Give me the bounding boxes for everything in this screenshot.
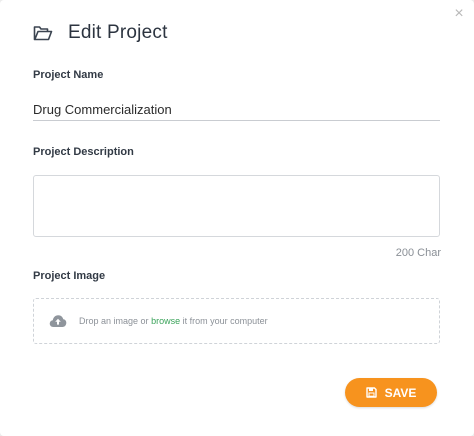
edit-project-dialog: × Edit Project Project Name Project Desc… (0, 0, 474, 436)
project-name-label: Project Name (33, 69, 104, 81)
drop-text-before: Drop an image or (79, 316, 149, 326)
save-button[interactable]: SAVE (345, 378, 437, 407)
folder-open-icon (33, 24, 53, 42)
dialog-header: Edit Project (33, 22, 168, 44)
project-description-label: Project Description (33, 146, 134, 158)
drop-text-after: it from your computer (182, 316, 268, 326)
description-char-counter: 200 Char (395, 247, 441, 259)
browse-link[interactable]: browse (151, 316, 180, 326)
project-image-label: Project Image (33, 270, 106, 282)
project-description-textarea[interactable] (33, 175, 440, 237)
project-name-input[interactable] (33, 98, 440, 121)
floppy-disk-icon (365, 387, 377, 398)
image-dropzone[interactable]: Drop an image or browse it from your com… (33, 298, 440, 344)
dropzone-instructions: Drop an image or browse it from your com… (79, 316, 268, 326)
dialog-title: Edit Project (68, 22, 168, 43)
close-icon[interactable]: × (450, 5, 468, 23)
cloud-upload-icon (49, 314, 67, 328)
save-button-label: SAVE (384, 385, 417, 400)
